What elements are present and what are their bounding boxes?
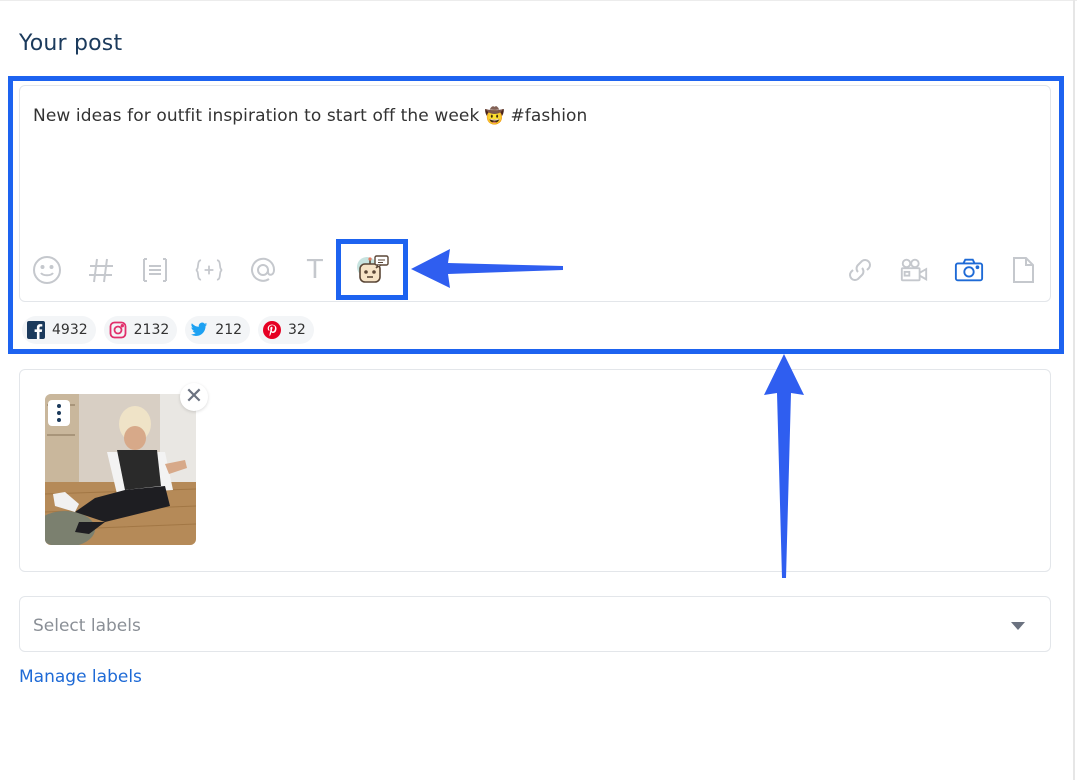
remove-photo-icon[interactable]: ✕: [180, 383, 208, 411]
labels-select-placeholder: Select labels: [33, 616, 141, 636]
panel-right-border: [1073, 0, 1075, 780]
labels-select[interactable]: Select labels: [19, 596, 1051, 652]
media-attachments: ✕: [19, 369, 1051, 572]
chevron-down-icon: [1011, 622, 1025, 630]
section-title: Your post: [19, 31, 123, 56]
photo-options-icon[interactable]: [48, 400, 70, 426]
top-border: [0, 0, 1077, 1]
editor-highlight-annotation: [8, 76, 1064, 354]
manage-labels-link[interactable]: Manage labels: [19, 667, 142, 687]
